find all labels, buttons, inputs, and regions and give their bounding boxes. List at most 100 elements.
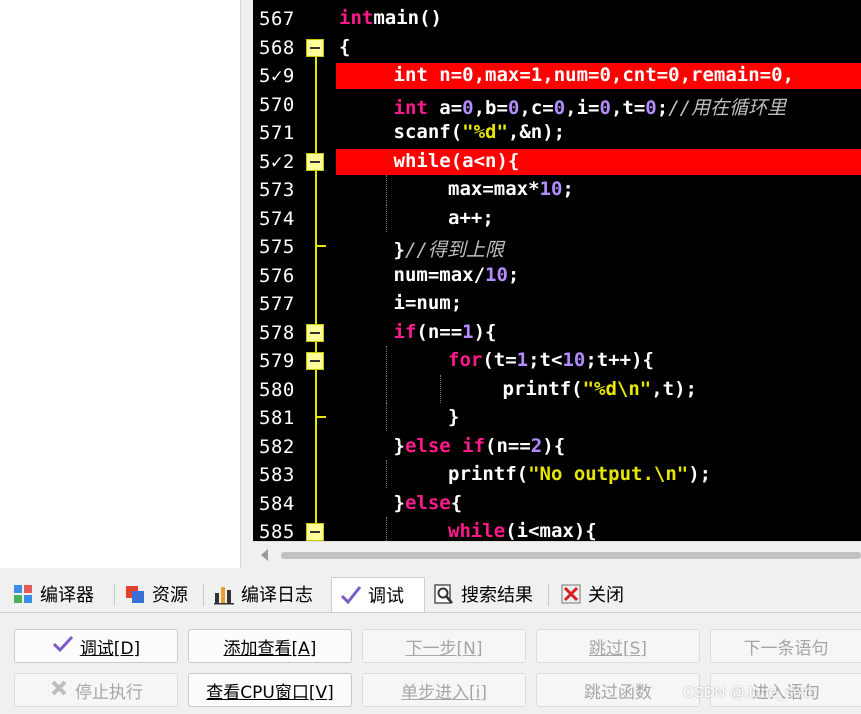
debug-button[interactable]: 调试[D] xyxy=(14,629,178,663)
code-line[interactable]: 576 num=max/10; xyxy=(253,261,861,289)
stop-execution-label: 停止执行 xyxy=(75,682,143,703)
token-text: ,t= xyxy=(610,96,646,119)
pane-splitter[interactable] xyxy=(241,0,253,568)
token-text: ,b= xyxy=(473,96,508,119)
indent-guide xyxy=(385,460,388,488)
tab-resources[interactable]: 资源 xyxy=(116,578,196,610)
fold-toggle-icon[interactable] xyxy=(306,352,324,370)
token-text: ,max= xyxy=(473,64,531,86)
code-text: int a=0,b=0,c=0,i=0,t=0;//用在循环里 xyxy=(394,93,787,120)
code-line[interactable]: 568 { xyxy=(253,33,861,61)
line-number: 568 xyxy=(259,36,295,59)
token-num: 0 xyxy=(668,64,680,86)
code-line[interactable]: 581} xyxy=(253,403,861,431)
code-line[interactable]: 570 int a=0,b=0,c=0,i=0,t=0;//用在循环里 xyxy=(253,90,861,120)
code-line[interactable]: 583 printf("No output.\n"); xyxy=(253,460,861,488)
skip-button[interactable]: 跳过[S] xyxy=(536,629,700,663)
token-text: (a<n){ xyxy=(450,149,520,172)
breakpoint-line[interactable]: 5✓9 int n=0,max=1,num=0,cnt=0,remain=0, xyxy=(253,61,861,89)
search-results-icon xyxy=(433,583,455,605)
token-kw: else xyxy=(404,491,451,514)
line-number: 581 xyxy=(259,407,295,429)
view-cpu-window-button[interactable]: 查看CPU窗口[V] xyxy=(188,673,352,707)
skip-label: 跳过[S] xyxy=(588,638,648,659)
code-line[interactable]: 579 for(t=1;t<10;t++){ xyxy=(253,346,861,374)
code-text: printf("%d\n",t); xyxy=(503,378,697,400)
token-text: ;t++){ xyxy=(585,349,654,371)
code-line[interactable]: 582}else if(n==2){ xyxy=(253,432,861,460)
token-kw: int xyxy=(393,96,428,119)
token-text: printf( xyxy=(448,463,529,485)
token-text: } xyxy=(393,434,405,457)
code-text: scanf("%d",&n); xyxy=(394,121,566,143)
step-into-button[interactable]: 单步进入[i] xyxy=(362,673,526,707)
tab-search-results[interactable]: 搜索结果 xyxy=(425,578,541,610)
code-editor[interactable]: 567 intmain() 568{5✓9 int n=0,max=1,num=0,c… xyxy=(253,0,861,541)
next-step-button[interactable]: 下一步[N] xyxy=(362,629,526,663)
token-kw: else if xyxy=(404,434,486,457)
fold-toggle-icon[interactable] xyxy=(306,323,324,342)
tab-label: 搜索结果 xyxy=(461,585,533,606)
code-line[interactable]: 571 scanf("%d",&n); xyxy=(253,118,861,146)
token-text: ,t); xyxy=(651,377,697,400)
scrollbar-thumb[interactable] xyxy=(281,552,861,559)
scroll-left-arrow-icon[interactable] xyxy=(261,549,268,561)
token-text: ){ xyxy=(542,434,566,457)
line-number: 571 xyxy=(259,122,295,144)
breakpoint-line[interactable]: 5✓2 while(a<n){ xyxy=(253,147,861,175)
code-line[interactable]: 577 i=num; xyxy=(253,289,861,317)
next-statement-button[interactable]: 下一条语句 xyxy=(710,629,861,663)
token-text: i=num; xyxy=(393,292,463,314)
token-text: a= xyxy=(427,96,463,119)
fold-toggle-icon[interactable] xyxy=(306,523,324,541)
fold-end-marker xyxy=(316,245,326,247)
code-text: num=max/10; xyxy=(394,264,520,286)
code-text: printf("No output.\n"); xyxy=(448,463,711,485)
tab-compiler[interactable]: 编译器 xyxy=(4,578,102,610)
debug-check-icon xyxy=(52,634,74,658)
token-text: printf( xyxy=(502,377,583,400)
token-str: "%d\n" xyxy=(582,377,652,400)
code-line[interactable]: 575}//得到上限 xyxy=(253,232,861,261)
code-line[interactable]: 567 intmain() xyxy=(253,4,861,32)
token-num: 0 xyxy=(771,64,783,86)
skip-function-button[interactable]: 跳过函数 xyxy=(536,673,700,707)
token-text: num=max/ xyxy=(393,263,486,286)
token-num: 10 xyxy=(485,263,508,286)
code-text: max=max*10; xyxy=(448,178,574,200)
code-line[interactable]: 574 a++; xyxy=(253,203,861,232)
line-number: 582 xyxy=(259,435,295,458)
add-watch-button[interactable]: 添加查看[A] xyxy=(188,629,352,663)
line-number: 585 xyxy=(259,521,295,541)
line-number: 579 xyxy=(259,350,295,372)
project-browser-pane[interactable] xyxy=(0,0,241,568)
tab-close[interactable]: 关闭 xyxy=(552,578,632,610)
code-line[interactable]: 585 while(i<max){ xyxy=(253,517,861,541)
skip-function-label: 跳过函数 xyxy=(584,682,652,703)
code-line[interactable]: 578 if(n==1){ xyxy=(253,318,861,346)
token-text: ; xyxy=(507,263,520,286)
fold-toggle-icon[interactable] xyxy=(306,38,324,57)
next-step-label: 下一步[N] xyxy=(405,638,483,659)
token-num: 0 xyxy=(599,64,611,86)
stop-execution-button[interactable]: 停止执行 xyxy=(14,673,178,707)
token-text: ; xyxy=(656,96,669,119)
fold-toggle-icon[interactable] xyxy=(306,152,324,171)
token-text: (t= xyxy=(482,349,517,371)
indent-guide xyxy=(440,374,442,403)
code-line[interactable]: 573 max=max*10; xyxy=(253,175,861,203)
token-kw: if xyxy=(393,320,417,343)
tab-label: 调试 xyxy=(368,586,404,607)
tab-compile-log[interactable]: 编译日志 xyxy=(205,578,321,610)
horizontal-scrollbar[interactable] xyxy=(253,541,861,569)
line-number: 570 xyxy=(259,93,295,116)
token-text: n= xyxy=(427,64,463,86)
code-line[interactable]: 580 printf("%d\n",t); xyxy=(253,374,861,403)
tab-debug[interactable]: 调试 xyxy=(331,577,425,612)
code-text: intmain() xyxy=(339,7,442,29)
line-number: 580 xyxy=(259,378,295,401)
debug-check-icon xyxy=(340,584,362,606)
token-text: ,cnt= xyxy=(610,64,669,86)
indent-guide xyxy=(385,203,388,232)
code-line[interactable]: 584}else{ xyxy=(253,489,861,517)
